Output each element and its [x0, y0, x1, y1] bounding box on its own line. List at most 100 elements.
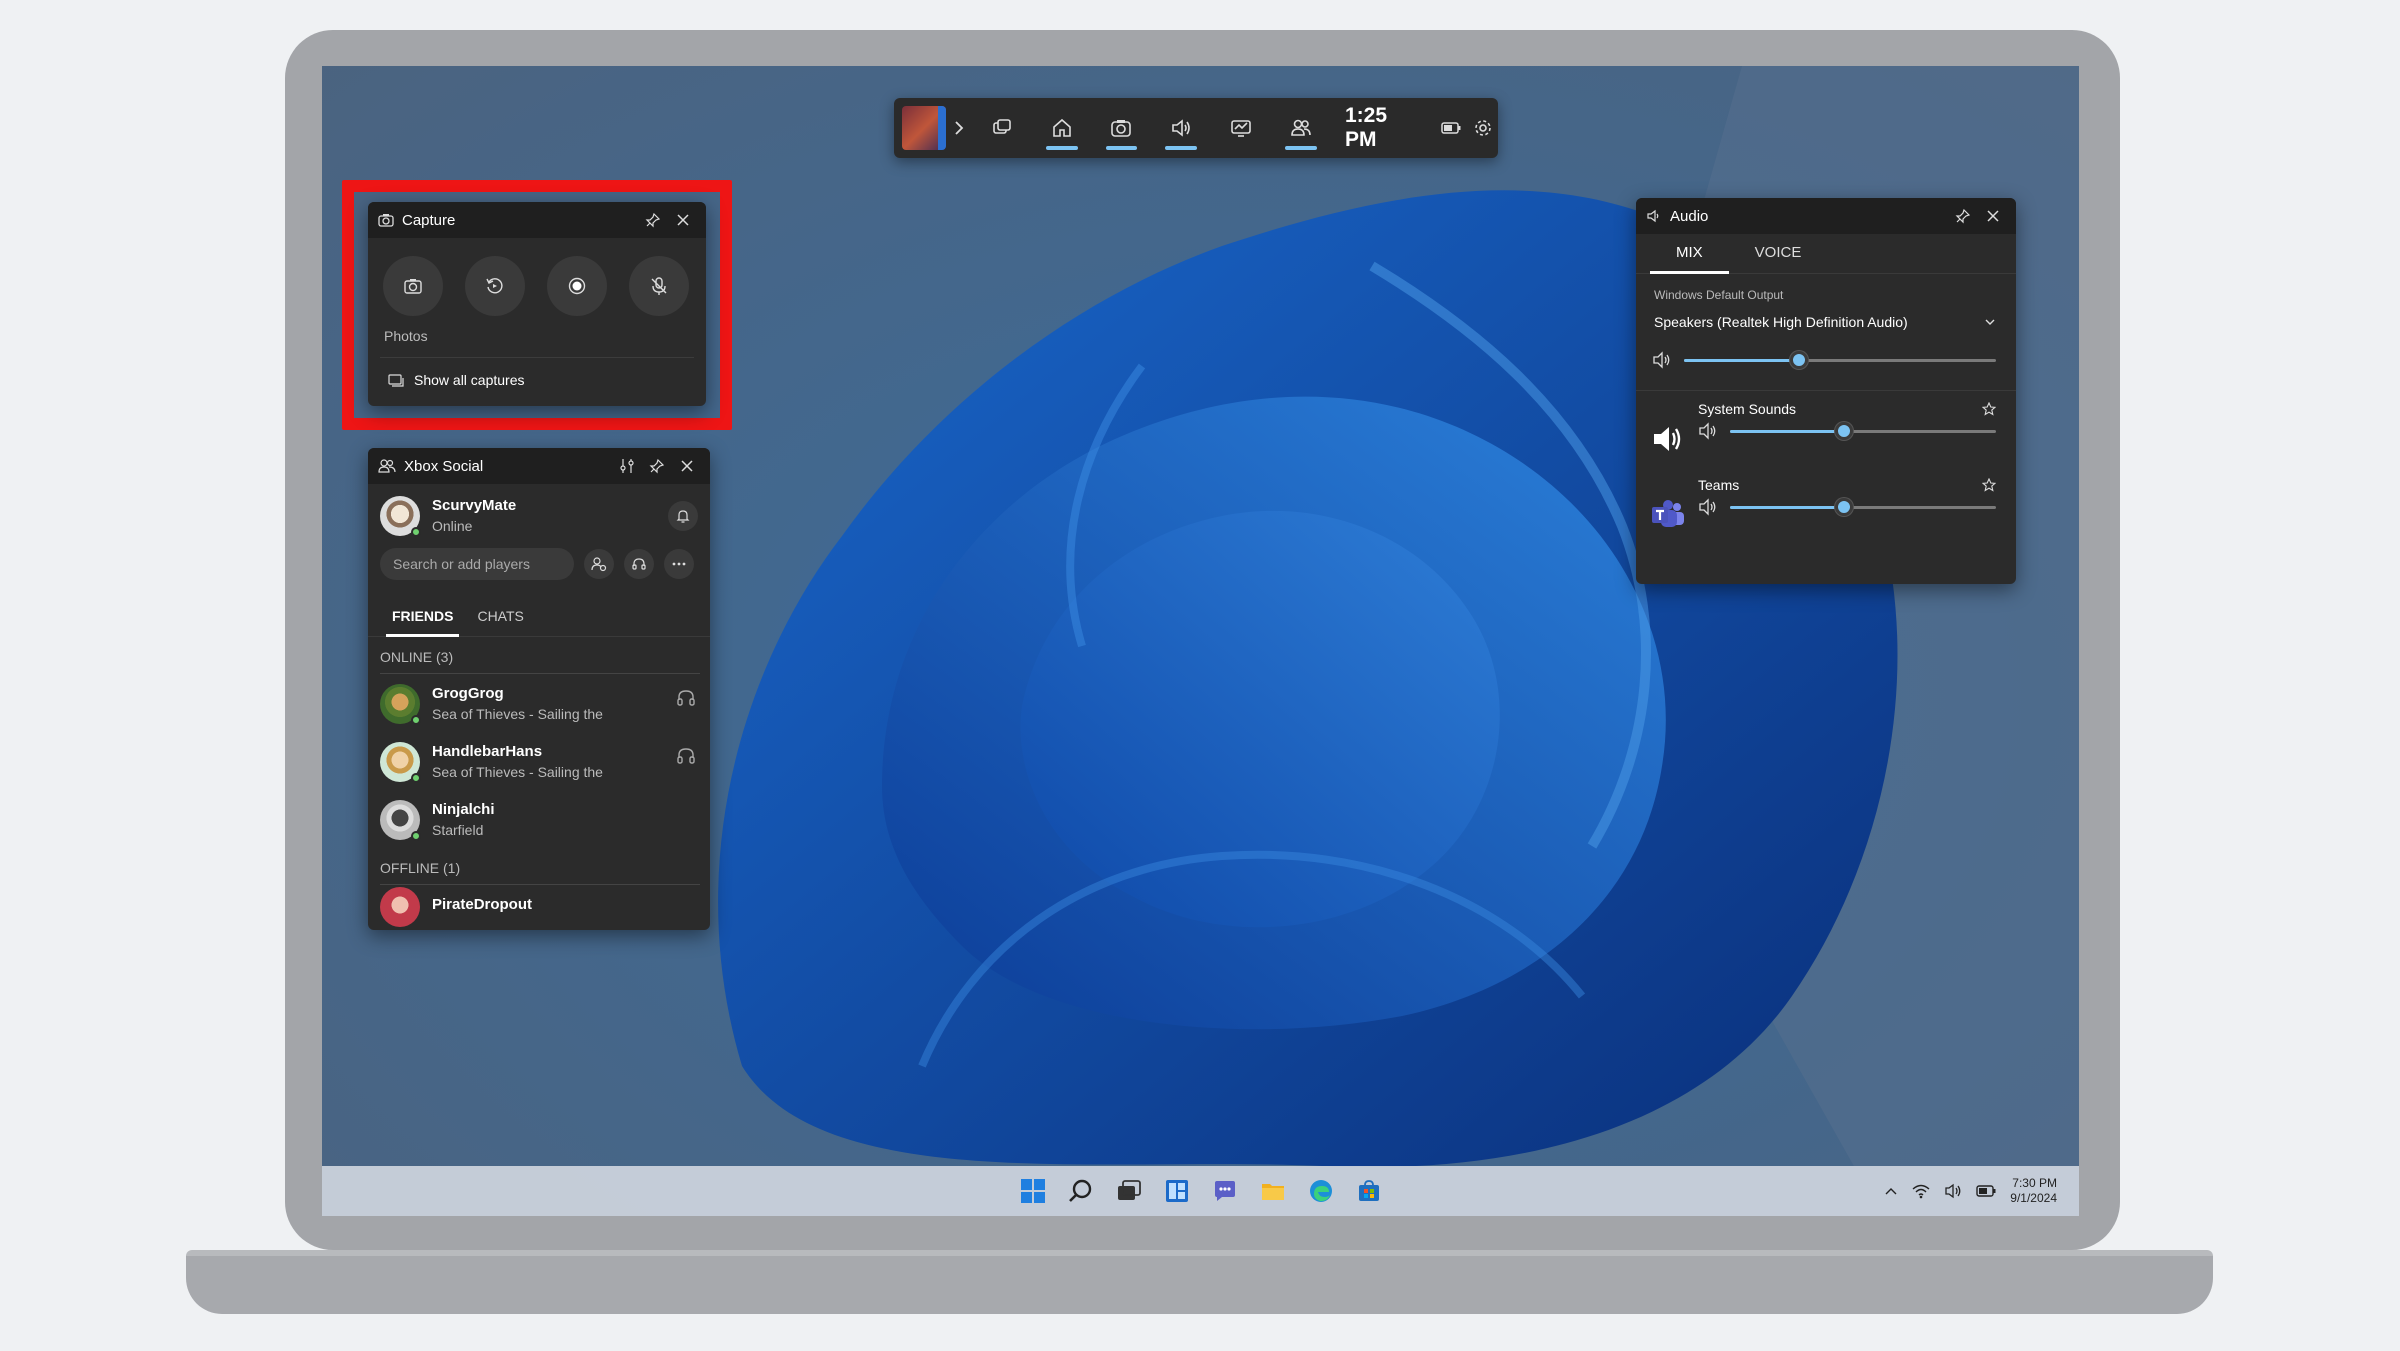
battery-icon: [1434, 98, 1468, 158]
friend-name: Ninjalchi: [432, 801, 495, 818]
close-icon[interactable]: [1980, 203, 2006, 229]
speaker-icon[interactable]: [1652, 351, 1672, 369]
online-status-dot: [411, 831, 421, 841]
app-volume-row: System Sounds: [1636, 391, 2016, 459]
friend-name: PirateDropout: [432, 896, 533, 913]
online-status-dot: [411, 773, 421, 783]
bell-icon: [676, 510, 690, 523]
slider-thumb[interactable]: [1790, 351, 1809, 369]
microphone-toggle-button[interactable]: [629, 256, 689, 316]
search-players-input[interactable]: Search or add players: [380, 548, 574, 580]
capture-widget: Capture Photos Show all captures: [368, 202, 706, 406]
tab-friends[interactable]: FRIENDS: [380, 598, 465, 637]
slider-fill: [1730, 506, 1845, 509]
chat-icon[interactable]: [1210, 1176, 1240, 1206]
user-name: ScurvyMate: [432, 497, 517, 514]
start-party-button[interactable]: [624, 549, 654, 579]
start-icon[interactable]: [1018, 1176, 1048, 1206]
capture-buttons: [368, 238, 706, 316]
gallery-icon: [388, 374, 404, 387]
filter-icon[interactable]: [614, 453, 640, 479]
taskbar-clock[interactable]: 7:30 PM 9/1/2024: [2010, 1176, 2057, 1206]
find-people-button[interactable]: [584, 549, 614, 579]
tab-voice[interactable]: VOICE: [1729, 234, 1828, 273]
settings-gear-icon[interactable]: [1468, 98, 1498, 158]
app-volume-row: Teams: [1636, 459, 2016, 535]
friend-row[interactable]: GrogGrog Sea of Thieves - Sailing the: [368, 674, 710, 732]
social-title: Xbox Social: [404, 457, 484, 475]
pin-icon[interactable]: [644, 453, 670, 479]
star-icon[interactable]: [1982, 402, 1996, 416]
more-options-button[interactable]: [664, 549, 694, 579]
store-icon[interactable]: [1354, 1176, 1384, 1206]
star-icon[interactable]: [1982, 478, 1996, 492]
output-device-select[interactable]: Speakers (Realtek High Definition Audio): [1636, 302, 2016, 330]
friend-row[interactable]: PirateDropout: [368, 885, 710, 927]
offline-section-header: OFFLINE (1): [380, 848, 700, 885]
wifi-icon[interactable]: [1912, 1183, 1930, 1199]
edge-browser-icon[interactable]: [1306, 1176, 1336, 1206]
show-all-captures-link[interactable]: Show all captures: [368, 358, 706, 388]
chevron-up-icon[interactable]: [1884, 1186, 1898, 1196]
social-tabs: FRIENDS CHATS: [368, 598, 710, 637]
close-icon[interactable]: [674, 453, 700, 479]
social-widget-button[interactable]: [1271, 98, 1331, 158]
home-button[interactable]: [1032, 98, 1092, 158]
people-icon: [378, 459, 396, 473]
speaker-icon[interactable]: [1698, 498, 1718, 516]
friend-name: HandlebarHans: [432, 743, 543, 760]
tab-mix[interactable]: MIX: [1650, 234, 1729, 274]
screenshot-button[interactable]: [383, 256, 443, 316]
system-sounds-icon: [1648, 419, 1688, 459]
widget-menu-button[interactable]: [972, 98, 1032, 158]
system-tray: 7:30 PM 9/1/2024: [1884, 1166, 2057, 1216]
pin-icon[interactable]: [1950, 203, 1976, 229]
output-device-value: Speakers (Realtek High Definition Audio): [1654, 314, 1908, 330]
capture-title: Capture: [402, 211, 456, 229]
volume-icon[interactable]: [1944, 1183, 1962, 1199]
task-view-icon[interactable]: [1114, 1176, 1144, 1206]
tab-chats[interactable]: CHATS: [465, 598, 535, 636]
user-status: Online: [432, 518, 473, 534]
avatar: [380, 800, 421, 841]
slider-thumb[interactable]: [1835, 422, 1854, 440]
avatar: [380, 742, 421, 783]
online-section-header: ONLINE (3): [380, 637, 700, 674]
friend-row[interactable]: Ninjalchi Starfield: [368, 790, 710, 848]
desktop-screen: 1:25 PM Capture Photos Show all captures…: [322, 66, 2079, 1216]
close-icon[interactable]: [670, 207, 696, 233]
search-icon[interactable]: [1066, 1176, 1096, 1206]
battery-icon[interactable]: [1976, 1185, 1996, 1197]
capture-widget-button[interactable]: [1092, 98, 1152, 158]
notifications-button[interactable]: [668, 501, 698, 531]
audio-widget: Audio MIX VOICE Windows Default Output S…: [1636, 198, 2016, 584]
audio-tabs: MIX VOICE: [1636, 234, 2016, 274]
gamebar-clock: 1:25 PM: [1344, 104, 1388, 151]
audio-title: Audio: [1670, 207, 1709, 225]
avatar[interactable]: [380, 496, 421, 537]
chevron-down-icon: [1985, 319, 1995, 325]
widgets-icon[interactable]: [1162, 1176, 1192, 1206]
online-status-dot: [411, 527, 421, 537]
start-recording-button[interactable]: [547, 256, 607, 316]
capture-header: Capture: [368, 202, 706, 238]
xbox-social-widget: Xbox Social ScurvyMate Online Search or …: [368, 448, 710, 930]
find-people-icon: [591, 557, 607, 572]
audio-widget-button[interactable]: [1151, 98, 1211, 158]
file-explorer-icon[interactable]: [1258, 1176, 1288, 1206]
friend-name: GrogGrog: [432, 685, 504, 702]
game-avatar[interactable]: [902, 106, 946, 150]
camera-icon: [378, 214, 394, 227]
app-volume-slider[interactable]: [1730, 497, 1996, 517]
master-volume-slider[interactable]: [1684, 350, 1996, 370]
performance-widget-button[interactable]: [1211, 98, 1271, 158]
speaker-icon[interactable]: [1698, 422, 1718, 440]
audio-header: Audio: [1636, 198, 2016, 234]
friend-row[interactable]: HandlebarHans Sea of Thieves - Sailing t…: [368, 732, 710, 790]
chevron-right-icon[interactable]: [946, 98, 972, 158]
microphone-off-icon: [651, 277, 667, 295]
slider-thumb[interactable]: [1835, 498, 1854, 516]
pin-icon[interactable]: [640, 207, 666, 233]
record-last-30-seconds-button[interactable]: [465, 256, 525, 316]
app-volume-slider[interactable]: [1730, 421, 1996, 441]
